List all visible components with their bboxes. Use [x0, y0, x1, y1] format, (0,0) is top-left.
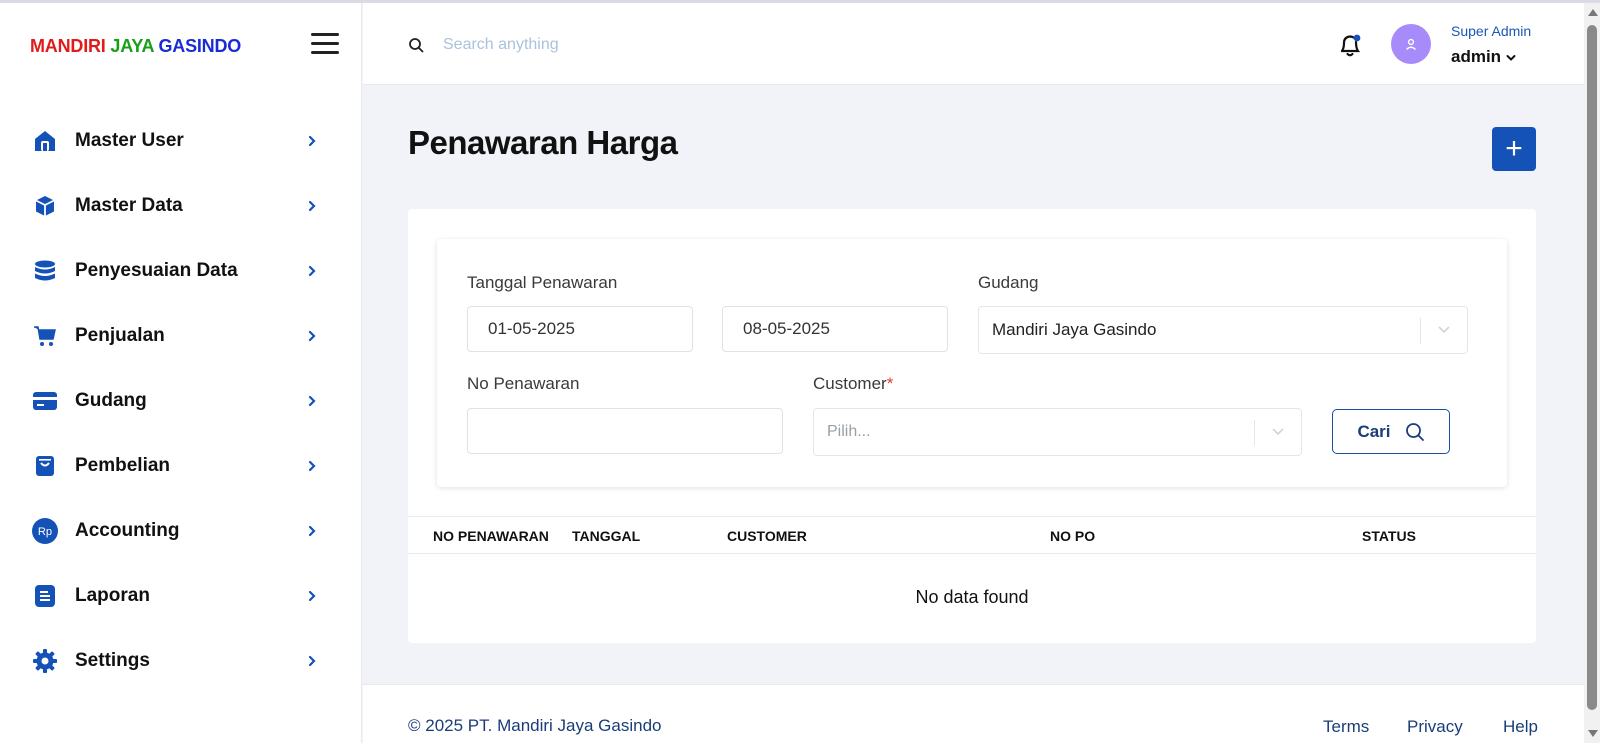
- sidebar-item-penyesuaian-data[interactable]: Penyesuaian Data: [0, 238, 362, 303]
- column-header-customer[interactable]: CUSTOMER: [727, 528, 807, 544]
- sidebar-item-gudang[interactable]: Gudang: [0, 368, 362, 433]
- sidebar-item-master-user[interactable]: Master User: [0, 108, 362, 173]
- sidebar-item-label: Master User: [75, 129, 184, 151]
- customer-select[interactable]: Pilih...: [813, 408, 1302, 456]
- sidebar-item-laporan[interactable]: Laporan: [0, 563, 362, 628]
- sidebar-nav: Master User Master Data Penyesuaian Data…: [0, 108, 362, 693]
- chevron-right-icon: [308, 265, 316, 276]
- sidebar-item-pembelian[interactable]: Pembelian: [0, 433, 362, 498]
- cart-icon: [32, 323, 58, 349]
- database-icon: [32, 258, 58, 284]
- home-icon: [32, 128, 58, 154]
- sidebar-item-label: Settings: [75, 649, 150, 671]
- document-icon: [32, 583, 58, 609]
- chevron-right-icon: [308, 525, 316, 536]
- empty-state-text: No data found: [915, 587, 1029, 607]
- column-header-no-po[interactable]: NO PO: [1050, 528, 1095, 544]
- gear-icon: [32, 648, 58, 674]
- chevron-right-icon: [308, 200, 316, 211]
- page-title: Penawaran Harga: [408, 124, 678, 161]
- chevron-right-icon: [308, 330, 316, 341]
- tanggal-penawaran-label: Tanggal Penawaran: [467, 273, 618, 292]
- brand-logo[interactable]: MANDIRI JAYA GASINDO: [30, 36, 241, 57]
- user-menu[interactable]: admin: [1451, 47, 1516, 67]
- footer-link-privacy[interactable]: Privacy: [1407, 717, 1463, 737]
- sidebar-item-label: Penjualan: [75, 324, 165, 346]
- table-header: NO PENAWARAN TANGGAL CUSTOMER NO PO STAT…: [408, 516, 1536, 554]
- sidebar-item-label: Pembelian: [75, 454, 171, 476]
- sidebar-item-label: Penyesuaian Data: [75, 259, 238, 281]
- sidebar-item-label: Laporan: [75, 584, 150, 606]
- chevron-right-icon: [308, 395, 316, 406]
- date-from-field[interactable]: 01-05-2025: [467, 306, 693, 352]
- bag-icon: [32, 453, 58, 479]
- no-penawaran-input[interactable]: [467, 408, 783, 454]
- date-from-value: 01-05-2025: [488, 319, 575, 338]
- add-button[interactable]: +: [1492, 127, 1536, 171]
- rp-icon-text: Rp: [38, 526, 52, 538]
- column-header-no-penawaran[interactable]: NO PENAWARAN: [433, 528, 549, 544]
- column-header-tanggal[interactable]: TANGGAL: [572, 528, 640, 544]
- sidebar-item-settings[interactable]: Settings: [0, 628, 362, 693]
- customer-label-text: Customer: [813, 374, 887, 393]
- gudang-select-value: Mandiri Jaya Gasindo: [992, 320, 1157, 339]
- customer-label: Customer*: [813, 374, 893, 394]
- sidebar-item-label: Gudang: [75, 389, 147, 411]
- search-icon: [409, 38, 424, 53]
- content-panel: Tanggal Penawaran 01-05-2025 08-05-2025 …: [408, 209, 1536, 643]
- sidebar-item-label: Accounting: [75, 519, 180, 541]
- footer-link-terms[interactable]: Terms: [1323, 717, 1369, 737]
- search-input[interactable]: [443, 31, 843, 59]
- gudang-select[interactable]: Mandiri Jaya Gasindo: [978, 306, 1468, 354]
- chevron-right-icon: [308, 655, 316, 666]
- footer: © 2025 PT. Mandiri Jaya Gasindo Terms Pr…: [363, 684, 1584, 743]
- sidebar-item-master-data[interactable]: Master Data: [0, 173, 362, 238]
- avatar[interactable]: [1391, 24, 1431, 64]
- date-to-value: 08-05-2025: [743, 319, 830, 338]
- scroll-down-arrow-icon[interactable]: [1588, 730, 1598, 737]
- sidebar-item-accounting[interactable]: Rp Accounting: [0, 498, 362, 563]
- brand-word-gasindo: GASINDO: [158, 36, 242, 56]
- user-name: admin: [1451, 47, 1502, 66]
- sidebar-item-label: Master Data: [75, 194, 183, 216]
- brand-word-mandiri: MANDIRI: [30, 36, 106, 56]
- card-icon: [32, 388, 58, 414]
- user-role: Super Admin: [1451, 23, 1532, 39]
- copyright-text: © 2025 PT. Mandiri Jaya Gasindo: [408, 716, 662, 735]
- chevron-right-icon: [308, 590, 316, 601]
- no-penawaran-label: No Penawaran: [467, 374, 580, 393]
- chevron-down-icon: [1438, 326, 1450, 334]
- menu-toggle-icon[interactable]: [311, 33, 339, 57]
- vertical-scrollbar[interactable]: [1584, 3, 1600, 743]
- scrollbar-thumb[interactable]: [1587, 25, 1597, 710]
- filter-card: Tanggal Penawaran 01-05-2025 08-05-2025 …: [437, 239, 1507, 487]
- customer-select-placeholder: Pilih...: [827, 423, 871, 440]
- sidebar-item-penjualan[interactable]: Penjualan: [0, 303, 362, 368]
- sidebar: MANDIRI JAYA GASINDO Master User Master …: [0, 3, 362, 743]
- footer-link-help[interactable]: Help: [1503, 717, 1538, 737]
- select-separator: [1254, 420, 1255, 446]
- scroll-up-arrow-icon[interactable]: [1588, 9, 1598, 16]
- user-icon: [1406, 38, 1416, 51]
- chevron-right-icon: [308, 460, 316, 471]
- rp-icon: Rp: [32, 517, 58, 544]
- cari-button[interactable]: Cari: [1332, 409, 1450, 454]
- date-to-field[interactable]: 08-05-2025: [722, 306, 948, 352]
- chevron-down-icon: [1506, 54, 1516, 61]
- search-icon: [1405, 422, 1424, 441]
- select-separator: [1420, 318, 1421, 344]
- gudang-label: Gudang: [978, 273, 1039, 292]
- notification-bell-icon[interactable]: [1337, 31, 1363, 59]
- topbar: Super Admin admin: [363, 3, 1584, 85]
- brand-word-jaya: JAYA: [110, 36, 154, 56]
- required-marker: *: [886, 374, 894, 393]
- chevron-down-icon: [1272, 428, 1284, 436]
- box-icon: [32, 193, 58, 219]
- chevron-right-icon: [308, 135, 316, 146]
- column-header-status[interactable]: STATUS: [1362, 528, 1416, 544]
- cari-button-label: Cari: [1357, 421, 1391, 441]
